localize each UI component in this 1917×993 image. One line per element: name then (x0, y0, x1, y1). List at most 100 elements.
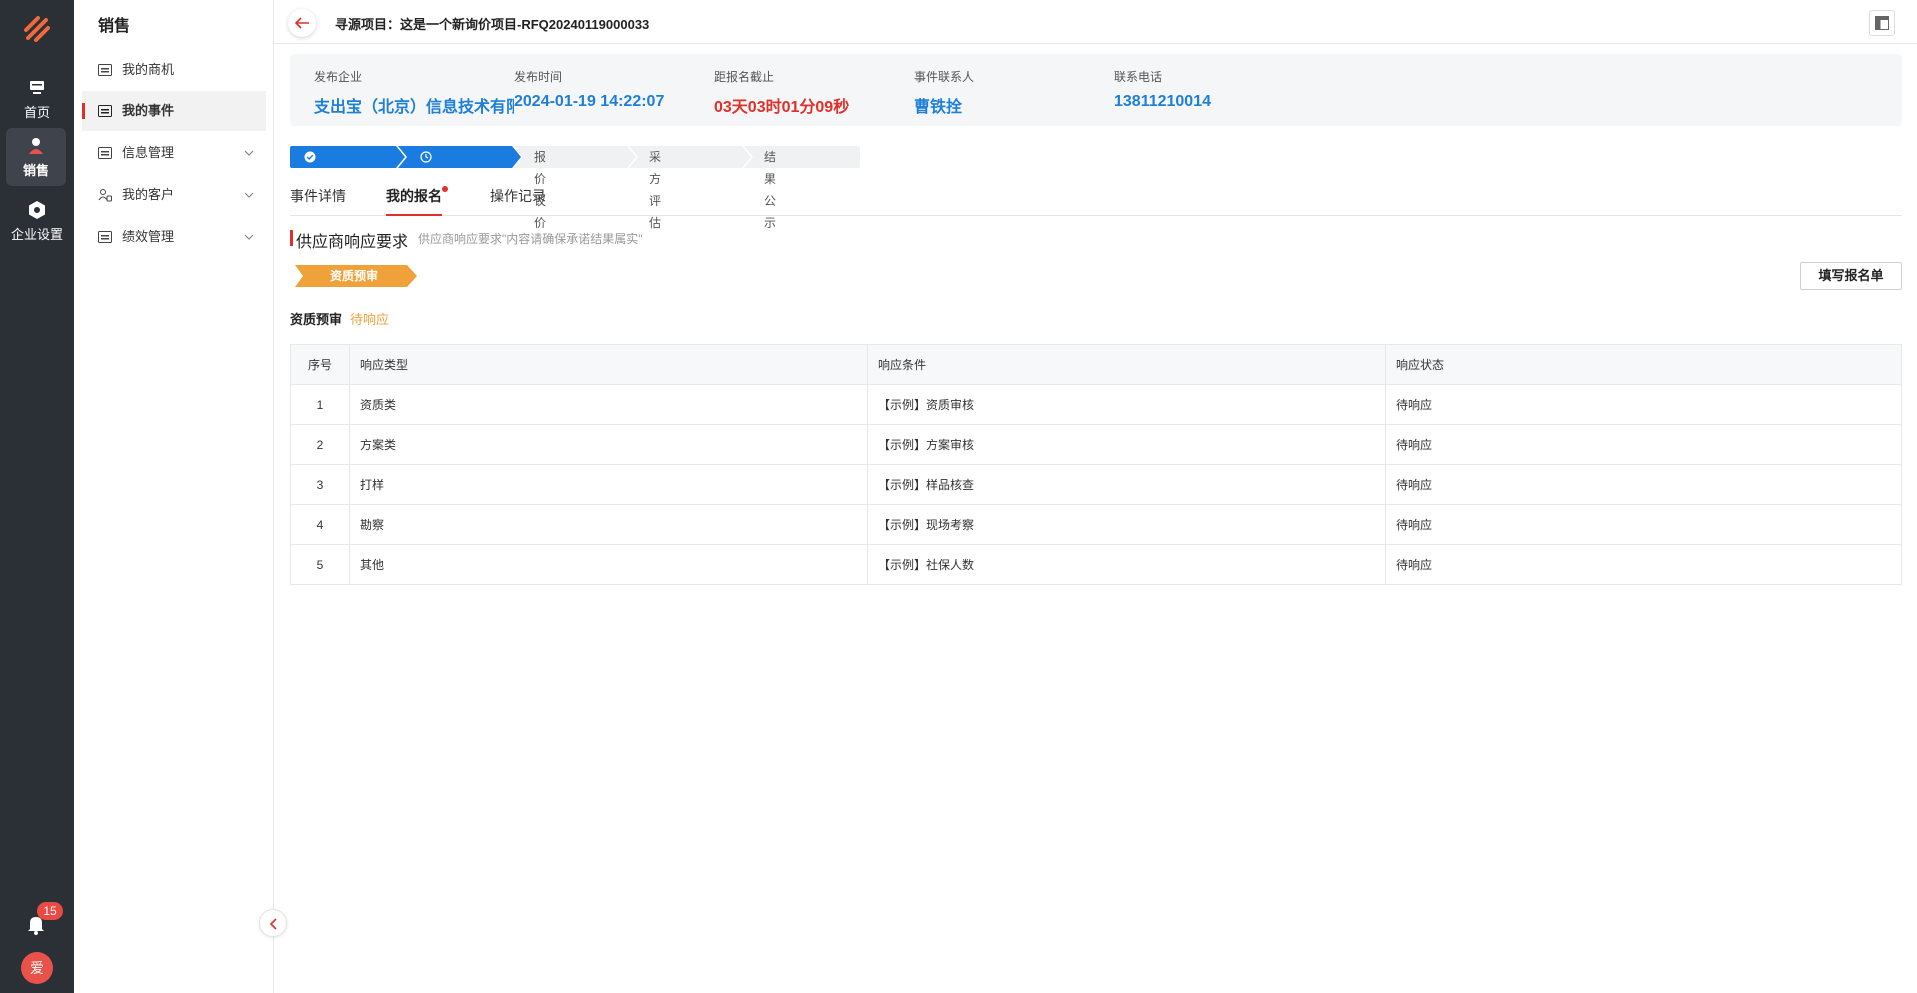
cell-index: 5 (290, 544, 350, 585)
cell-status: 待响应 (1385, 384, 1902, 425)
table-row: 3 打样 【示例】样品核查 待响应 (290, 464, 1902, 505)
cell-type: 资质类 (349, 384, 868, 425)
contact-phone[interactable]: 13811210014 (1114, 93, 1211, 111)
back-button[interactable] (288, 9, 316, 37)
info-company: 发布企业 支出宝（北京）信息技术有限公司 (314, 68, 514, 117)
table-row: 1 资质类 【示例】资质审核 待响应 (290, 384, 1902, 425)
column-header: 响应条件 (867, 344, 1386, 385)
sidebar-item-label: 我的事件 (122, 103, 175, 118)
tab-bar: 事件详情 我的报名 操作记录 (290, 184, 1902, 216)
event-info-card: 发布企业 支出宝（北京）信息技术有限公司 发布时间 2024-01-19 14:… (290, 54, 1902, 126)
info-label: 距报名截止 (714, 70, 775, 84)
info-contact: 事件联系人 曹铁拴 (914, 68, 974, 117)
settings-icon (29, 201, 45, 219)
cell-status: 待响应 (1385, 544, 1902, 585)
table-header-row: 序号 响应类型 响应条件 响应状态 (290, 344, 1902, 385)
sidebar-title: 销售 (98, 18, 131, 35)
sidebar-collapse-button[interactable] (259, 909, 287, 937)
rail-item-label: 企业设置 (10, 227, 63, 242)
step-result-announcement[interactable]: 结果公示 (764, 146, 776, 230)
info-label: 发布企业 (314, 70, 363, 84)
check-circle-icon (304, 151, 316, 163)
publish-time: 2024-01-19 14:22:07 (514, 93, 665, 110)
tab-event-details[interactable]: 事件详情 (290, 186, 346, 216)
sidebar-item-label: 绩效管理 (122, 229, 175, 244)
list-doc-icon (98, 105, 112, 117)
chevron-down-icon (244, 150, 254, 156)
sidebar-item-info-management[interactable]: 信息管理 (82, 133, 266, 173)
rail-item-label: 销售 (22, 163, 49, 178)
step-registration-response[interactable]: 报名响应 (420, 146, 438, 252)
cell-status: 待响应 (1385, 504, 1902, 545)
cell-condition: 【示例】现场考察 (867, 504, 1386, 545)
layout-toggle-button[interactable] (1869, 10, 1895, 36)
tab-label: 我的报名 (386, 188, 442, 204)
layout-icon (1875, 16, 1889, 30)
fill-registration-button[interactable]: 填写报名单 (1800, 262, 1902, 290)
step-quote-negotiation[interactable]: 报价议价 (534, 146, 546, 230)
info-deadline: 距报名截止 03天03时01分09秒 (714, 68, 849, 117)
step-sourcing-notice[interactable]: 寻源公告 (304, 146, 322, 252)
response-table: 序号 响应类型 响应条件 响应状态 1 资质类 【示例】资质审核 待响应 2 方… (290, 344, 1902, 585)
sidebar-item-performance[interactable]: 绩效管理 (82, 217, 266, 257)
stage-status-label: 资质预审 (290, 312, 343, 327)
home-icon (30, 81, 44, 94)
list-doc-icon (98, 64, 112, 76)
list-doc-icon (98, 231, 112, 243)
chevron-down-icon (244, 192, 254, 198)
tab-operation-log[interactable]: 操作记录 (490, 186, 546, 216)
sidebar-item-label: 我的客户 (122, 187, 175, 202)
table-row: 5 其他 【示例】社保人数 待响应 (290, 544, 1902, 585)
clock-icon (420, 151, 432, 163)
app-rail: 首页 销售 企业设置 15 爱 (0, 0, 74, 993)
avatar[interactable]: 爱 (21, 952, 53, 984)
info-publish-time: 发布时间 2024-01-19 14:22:07 (514, 68, 664, 111)
cell-type: 打样 (349, 464, 868, 505)
info-label: 发布时间 (514, 70, 563, 84)
page-title: 寻源项目：这是一个新询价项目-RFQ20240119000033 (335, 17, 650, 32)
stage-status: 资质预审 待响应 (290, 309, 389, 328)
cell-condition: 【示例】社保人数 (867, 544, 1386, 585)
list-doc-icon (98, 147, 112, 159)
active-indicator (82, 103, 85, 119)
sidebar-item-opportunities[interactable]: 我的商机 (82, 50, 266, 90)
sidebar: 销售 我的商机 我的事件 信息管理 我的客户 绩效管理 (74, 0, 274, 993)
section-accent-bar (290, 230, 293, 246)
table-row: 2 方案类 【示例】方案审核 待响应 (290, 424, 1902, 465)
info-label: 事件联系人 (914, 70, 975, 84)
sidebar-item-label: 信息管理 (122, 145, 175, 160)
stage-flag-label: 资质预审 (329, 269, 378, 283)
app-logo-icon[interactable] (18, 10, 54, 46)
sidebar-item-my-events[interactable]: 我的事件 (82, 91, 266, 131)
cell-type: 勘察 (349, 504, 868, 545)
sidebar-item-my-customers[interactable]: 我的客户 (82, 175, 266, 215)
unread-dot (442, 186, 448, 192)
cell-index: 2 (290, 424, 350, 465)
notification-badge: 15 (37, 902, 63, 920)
rail-item-settings[interactable]: 企业设置 (0, 192, 74, 250)
info-phone: 联系电话 13811210014 (1114, 68, 1211, 111)
user-icon (29, 138, 43, 154)
rail-item-home[interactable]: 首页 (0, 70, 74, 128)
contact-name: 曹铁拴 (914, 99, 963, 116)
cell-condition: 【示例】样品核查 (867, 464, 1386, 505)
cell-index: 3 (290, 464, 350, 505)
sidebar-item-label: 我的商机 (122, 62, 175, 77)
tab-my-registration[interactable]: 我的报名 (386, 186, 448, 216)
chevron-down-icon (244, 234, 254, 240)
deadline-countdown: 03天03时01分09秒 (714, 99, 850, 116)
step-buyer-evaluation[interactable]: 采方评估 (649, 146, 661, 230)
cell-type: 方案类 (349, 424, 868, 465)
column-header: 响应类型 (349, 344, 868, 385)
cell-status: 待响应 (1385, 424, 1902, 465)
cell-condition: 【示例】方案审核 (867, 424, 1386, 465)
cell-status: 待响应 (1385, 464, 1902, 505)
stage-status-value: 待响应 (350, 312, 390, 327)
page-header: 寻源项目：这是一个新询价项目-RFQ20240119000033 (274, 0, 1917, 44)
cell-type: 其他 (349, 544, 868, 585)
table-row: 4 勘察 【示例】现场考察 待响应 (290, 504, 1902, 545)
cell-condition: 【示例】资质审核 (867, 384, 1386, 425)
rail-item-sales[interactable]: 销售 (6, 128, 66, 186)
customer-icon (98, 189, 112, 202)
cell-index: 1 (290, 384, 350, 425)
